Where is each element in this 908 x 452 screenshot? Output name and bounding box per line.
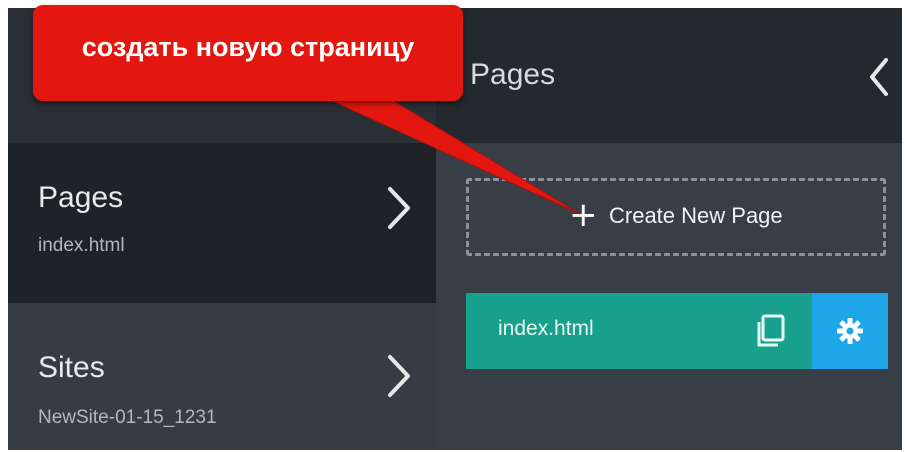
sidebar-item-subtitle: index.html bbox=[38, 235, 125, 256]
chevron-right-icon bbox=[388, 187, 410, 229]
create-new-page-label: Create New Page bbox=[609, 203, 783, 228]
panel-title: Pages bbox=[470, 58, 556, 91]
gear-icon bbox=[837, 318, 863, 344]
sidebar-item-sites[interactable]: Sites NewSite-01-15_1231 bbox=[8, 303, 436, 450]
page-list-item[interactable]: index.html bbox=[466, 293, 888, 369]
chevron-right-icon bbox=[388, 355, 410, 397]
page-item-label: index.html bbox=[498, 317, 594, 340]
annotation-callout: создать новую страницу bbox=[33, 5, 463, 101]
callout-text: создать новую страницу bbox=[81, 32, 415, 62]
page-settings-button[interactable] bbox=[812, 293, 888, 369]
create-new-page-button[interactable]: + Create New Page bbox=[466, 178, 886, 256]
sidebar-item-subtitle: NewSite-01-15_1231 bbox=[38, 407, 217, 428]
plus-icon: + bbox=[569, 195, 598, 235]
pages-panel: Pages + Create New Page index.html bbox=[436, 8, 902, 450]
chevron-left-icon[interactable] bbox=[868, 56, 890, 98]
copy-icon[interactable] bbox=[754, 313, 788, 349]
panel-header: Pages bbox=[436, 8, 902, 143]
sidebar-item-title: Sites bbox=[38, 351, 105, 384]
sidebar-item-pages[interactable]: Pages index.html bbox=[8, 143, 436, 303]
sidebar-item-title: Pages bbox=[38, 181, 124, 214]
